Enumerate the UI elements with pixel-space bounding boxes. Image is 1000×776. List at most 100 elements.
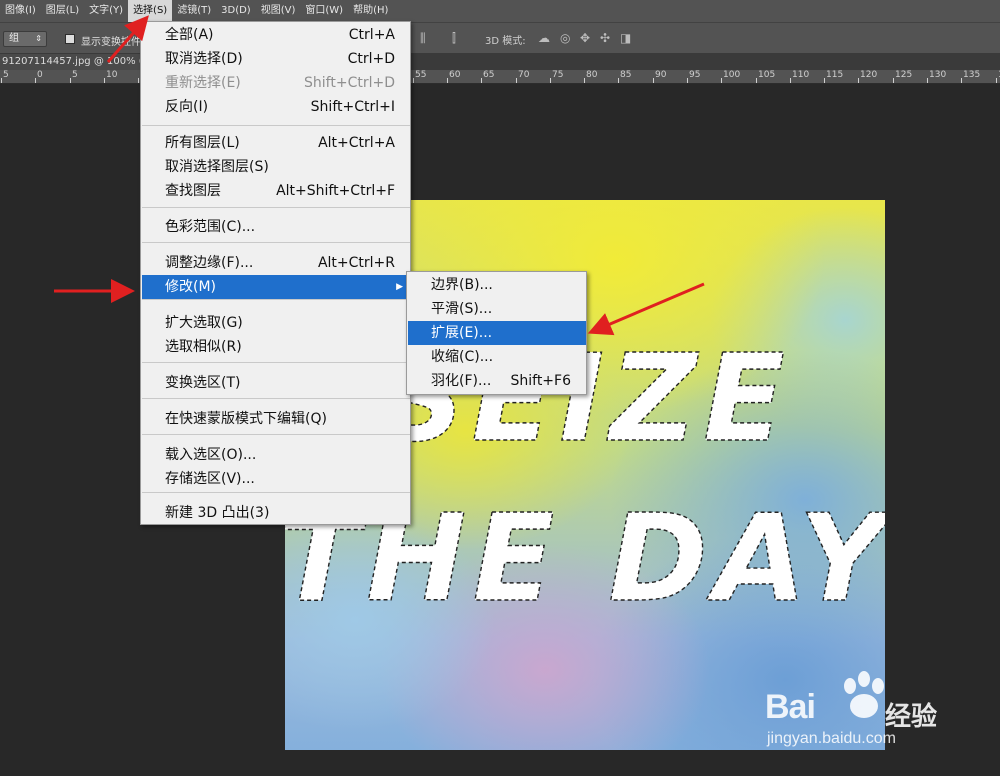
ruler-tick-line [584, 78, 585, 83]
menu-item-color-range[interactable]: 色彩范围(C)... [142, 215, 410, 239]
ruler-tick-label: 70 [518, 70, 530, 80]
photoshop-window: 图像(I) 图层(L) 文字(Y) 选择(S) 滤镜(T) 3D(D) 视图(V… [0, 0, 1000, 776]
ruler-tick-line [756, 78, 757, 83]
menu-view[interactable]: 视图(V) [256, 0, 301, 22]
submenu-item-label: 羽化(F)... [431, 373, 492, 389]
menu-item-label: 变换选区(T) [165, 375, 241, 391]
ruler-tick-line [104, 78, 105, 83]
ruler-tick-line [447, 78, 448, 83]
ruler-tick-label: 80 [586, 70, 598, 80]
menu-item-label: 色彩范围(C)... [165, 219, 256, 235]
menu-item-label: 在快速蒙版模式下编辑(Q) [165, 411, 327, 427]
submenu-item-shortcut: Shift+F6 [510, 373, 571, 389]
show-transform-checkbox[interactable] [65, 34, 75, 44]
menu-item-shortcut: Alt+Shift+Ctrl+F [276, 183, 395, 199]
menu-item-deselect-layers[interactable]: 取消选择图层(S) [142, 155, 410, 179]
watermark-brand: 经验 [885, 702, 938, 732]
slide-3d-icon[interactable]: ✣ [600, 31, 610, 45]
ruler-tick-label: 130 [929, 70, 947, 80]
ruler-tick-line [858, 78, 859, 83]
menu-item-modify[interactable]: 修改(M) ▶ [142, 275, 410, 299]
rotate-3d-icon[interactable]: ☁ [538, 31, 550, 45]
ruler-tick-line [1, 78, 2, 83]
menu-item-shortcut: Ctrl+D [347, 51, 395, 67]
ruler-tick-label: 55 [415, 70, 427, 80]
menu-item-inverse[interactable]: 反向(I) Shift+Ctrl+I [142, 95, 410, 119]
ruler-tick-label: 10 [106, 70, 118, 80]
ruler-tick-line [721, 78, 722, 83]
menu-layer[interactable]: 图层(L) [41, 0, 84, 22]
ruler-tick-label: 115 [826, 70, 844, 80]
menu-item-label: 反向(I) [165, 99, 209, 115]
submenu-item-border[interactable]: 边界(B)... [408, 273, 586, 297]
menu-filter[interactable]: 滤镜(T) [172, 0, 216, 22]
modify-submenu: 边界(B)... 平滑(S)... 扩展(E)... 收缩(C)... 羽化(F)...… [406, 271, 587, 395]
menu-item-load-selection[interactable]: 载入选区(O)... [142, 443, 410, 467]
submenu-item-label: 边界(B)... [431, 277, 493, 293]
ruler-tick-label: 135 [963, 70, 981, 80]
menu-separator [142, 434, 410, 435]
menu-separator [142, 299, 410, 300]
menu-item-label: 取消选择(D) [165, 51, 243, 67]
menu-item-deselect[interactable]: 取消选择(D) Ctrl+D [142, 47, 410, 71]
ruler-tick-line [927, 78, 928, 83]
stepper-arrows-icon: ⇕ [35, 34, 42, 43]
submenu-item-contract[interactable]: 收缩(C)... [408, 345, 586, 369]
menu-item-shortcut: Shift+Ctrl+I [310, 99, 395, 115]
watermark-url: jingyan.baidu.com [767, 730, 896, 747]
menu-3d[interactable]: 3D(D) [216, 0, 256, 22]
paw-icon [844, 671, 884, 718]
menu-item-label: 新建 3D 凸出(3) [165, 505, 270, 521]
auto-select-dropdown[interactable]: 组 ⇕ [3, 31, 47, 47]
menu-item-grow[interactable]: 扩大选取(G) [142, 311, 410, 335]
menu-item-quick-mask[interactable]: 在快速蒙版模式下编辑(Q) [142, 407, 410, 431]
submenu-item-smooth[interactable]: 平滑(S)... [408, 297, 586, 321]
menu-item-refine-edge[interactable]: 调整边缘(F)... Alt+Ctrl+R [142, 251, 410, 275]
menu-item-select-all[interactable]: 全部(A) Ctrl+A [142, 23, 410, 47]
ruler-tick-label: 125 [895, 70, 913, 80]
menu-item-similar[interactable]: 选取相似(R) [142, 335, 410, 359]
menu-item-find-layers[interactable]: 查找图层 Alt+Shift+Ctrl+F [142, 179, 410, 203]
menu-type[interactable]: 文字(Y) [84, 0, 128, 22]
menu-window[interactable]: 窗口(W) [300, 0, 348, 22]
ruler-tick-line [824, 78, 825, 83]
submenu-item-expand[interactable]: 扩展(E)... [408, 321, 586, 345]
ruler-tick-label: 65 [483, 70, 495, 80]
distribute-icon[interactable]: ⫿ [452, 31, 456, 46]
menu-item-label: 查找图层 [165, 183, 221, 199]
menu-item-transform-selection[interactable]: 变换选区(T) [142, 371, 410, 395]
menu-separator [142, 362, 410, 363]
document-tab[interactable]: 91207114457.jpg @ 100% (图 [0, 54, 145, 70]
select-menu: 全部(A) Ctrl+A 取消选择(D) Ctrl+D 重新选择(E) Shift+Ctr… [140, 21, 411, 525]
menu-select[interactable]: 选择(S) [128, 0, 173, 22]
submenu-item-feather[interactable]: 羽化(F)... Shift+F6 [408, 369, 586, 393]
drag-3d-icon[interactable]: ✥ [580, 31, 590, 45]
mode-3d-label: 3D 模式: [485, 36, 526, 47]
ruler-tick-line [516, 78, 517, 83]
menu-item-all-layers[interactable]: 所有图层(L) Alt+Ctrl+A [142, 131, 410, 155]
ruler-tick-label: 105 [758, 70, 776, 80]
ruler-tick-label: 60 [449, 70, 461, 80]
menu-item-new-3d-extrusion[interactable]: 新建 3D 凸出(3) [142, 501, 410, 525]
menu-separator [142, 125, 410, 126]
ruler-tick-line [961, 78, 962, 83]
roll-3d-icon[interactable]: ◎ [560, 31, 570, 45]
camera-3d-icon[interactable]: ◨ [620, 31, 631, 45]
menu-separator [142, 492, 410, 493]
submenu-item-label: 平滑(S)... [431, 301, 493, 317]
menu-item-label: 所有图层(L) [165, 135, 240, 151]
menu-item-label: 调整边缘(F)... [165, 255, 254, 271]
menu-item-save-selection[interactable]: 存储选区(V)... [142, 467, 410, 491]
menu-separator [142, 398, 410, 399]
ruler-tick-label: 100 [723, 70, 741, 80]
menu-item-shortcut: Alt+Ctrl+A [318, 135, 395, 151]
ruler-tick-label: 95 [689, 70, 701, 80]
ruler-tick-label: 75 [552, 70, 564, 80]
menu-image[interactable]: 图像(I) [0, 0, 41, 22]
menu-item-shortcut: Shift+Ctrl+D [304, 75, 395, 91]
menu-help[interactable]: 帮助(H) [348, 0, 393, 22]
ruler-tick-line [996, 78, 997, 83]
baidu-watermark: Bai 经验 jingyan.baidu.com [765, 670, 965, 760]
auto-select-value: 组 [9, 33, 19, 44]
align-icon[interactable]: ⫼ [420, 31, 426, 46]
